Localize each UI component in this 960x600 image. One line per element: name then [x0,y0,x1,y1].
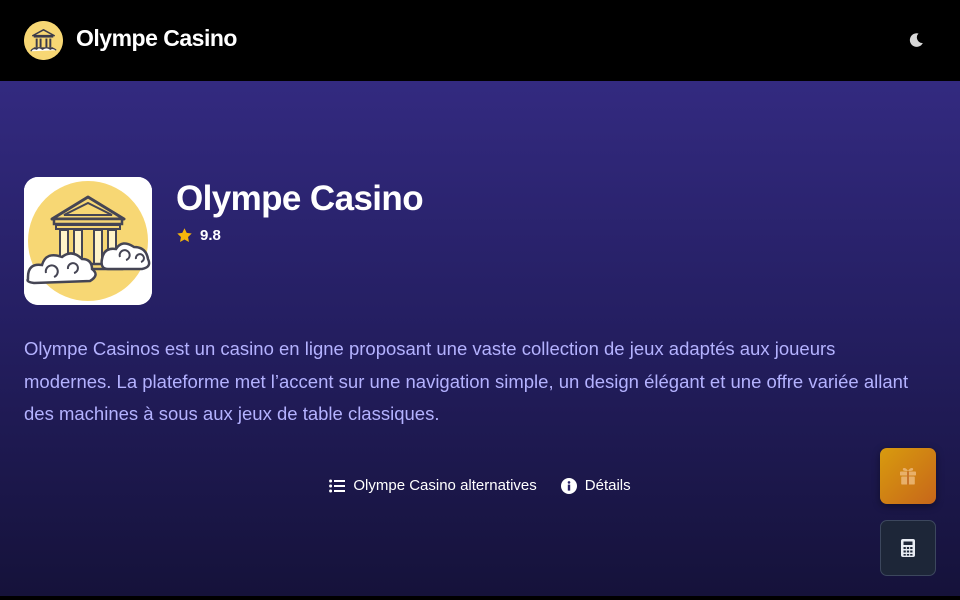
casino-hero-section: Olympe Casino 9.8 Olympe Casinos est un … [0,81,960,596]
details-link[interactable]: Détails [560,477,631,494]
alternatives-link[interactable]: Olympe Casino alternatives [329,477,537,494]
casino-description: Olympe Casinos est un casino en ligne pr… [24,338,909,424]
theme-toggle-button[interactable] [904,28,928,52]
star-icon [177,228,192,243]
casino-title: Olympe Casino [176,179,424,218]
details-link-label: Détails [584,477,631,494]
list-icon [329,479,346,492]
calculator-button[interactable] [880,520,936,576]
gift-icon [900,468,916,485]
info-icon [560,477,577,494]
casino-links: Olympe Casino alternatives Détails [0,477,960,494]
brand-logo-icon[interactable] [24,21,63,60]
gift-button[interactable] [880,448,936,504]
brand-name[interactable]: Olympe Casino [76,25,237,52]
casino-logo-icon [24,177,152,305]
calculator-icon [901,539,915,557]
alternatives-link-label: Olympe Casino alternatives [353,477,537,494]
top-navbar: Olympe Casino [0,0,960,81]
moon-icon [909,33,923,47]
rating: 9.8 [176,227,221,244]
footer-strip [0,596,960,600]
rating-value: 9.8 [200,227,221,244]
